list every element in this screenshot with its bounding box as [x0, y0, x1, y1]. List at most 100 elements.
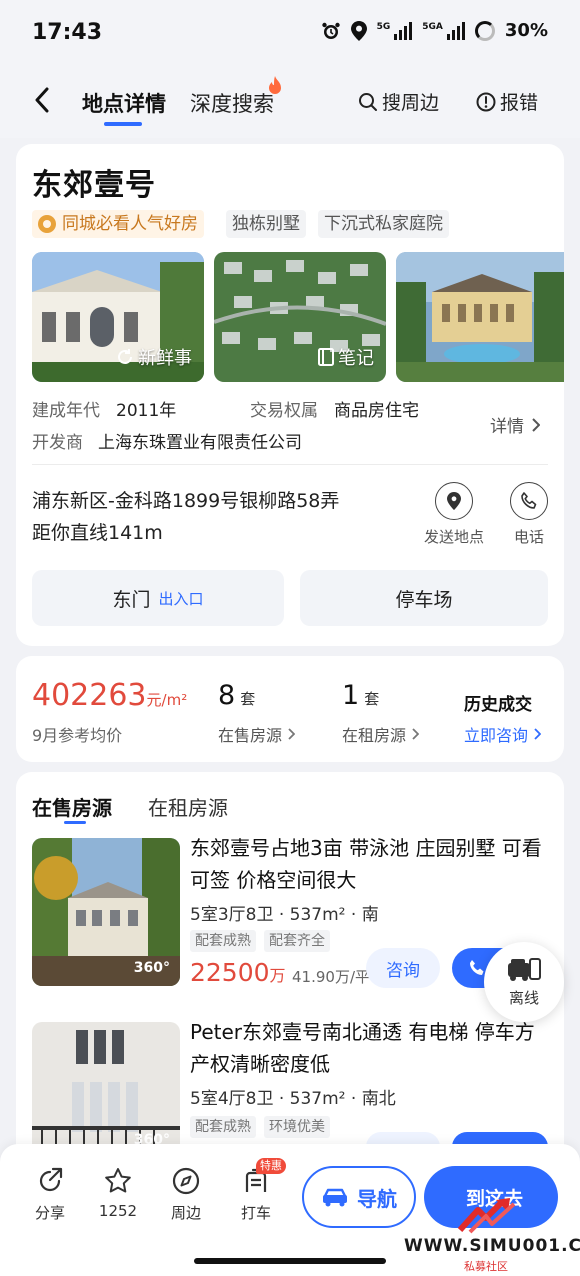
- back-button[interactable]: [24, 82, 60, 118]
- tab-underline: [104, 122, 142, 126]
- tab-deep-search[interactable]: 深度搜索: [190, 88, 274, 118]
- photo-villa-render[interactable]: [396, 252, 564, 382]
- refresh-icon: [118, 349, 132, 364]
- home-indicator[interactable]: [194, 1258, 386, 1264]
- list-tab-underline: [64, 821, 86, 824]
- chevron-right-icon: [532, 417, 540, 432]
- east-gate-button[interactable]: 东门 出入口: [32, 570, 284, 626]
- favorite-count: 1252: [98, 1202, 138, 1220]
- photo-notes-label: 笔记: [318, 344, 374, 370]
- report-error-button[interactable]: 报错: [476, 88, 538, 115]
- note-icon: [318, 348, 334, 366]
- consult-now-link[interactable]: 立即咨询: [464, 722, 542, 746]
- listing-2-image[interactable]: 360°: [32, 1022, 180, 1144]
- search-nearby-button[interactable]: 搜周边: [358, 88, 439, 115]
- taxi-discount-badge: 特惠: [256, 1158, 286, 1174]
- chevron-right-icon: [412, 728, 420, 740]
- alarm-icon: [321, 22, 340, 39]
- tag-hot-label: 同城必看人气好房: [62, 214, 198, 234]
- phone-icon: [510, 482, 548, 520]
- watermark-text: WWW.SIMU001.CN: [404, 1236, 580, 1256]
- villa-render-photo: [396, 252, 564, 382]
- listing-1-image[interactable]: 360°: [32, 838, 180, 986]
- share-button[interactable]: 分享: [20, 1166, 80, 1223]
- detail-link[interactable]: 详情: [490, 412, 540, 437]
- send-location-label: 发送地点: [423, 528, 484, 546]
- phone-button[interactable]: 电话: [506, 482, 552, 547]
- share-label: 分享: [34, 1204, 65, 1222]
- listing-2-photo: [32, 1022, 180, 1144]
- car-icon: [323, 1188, 347, 1207]
- navigate-button[interactable]: 导航: [302, 1166, 416, 1228]
- tag-hot-house[interactable]: 同城必看人气好房: [32, 210, 204, 238]
- watermark-logo: [457, 1198, 516, 1234]
- status-time: 17:43: [32, 20, 103, 45]
- offline-button[interactable]: 离线: [484, 942, 564, 1022]
- back-arrow-icon: [35, 87, 49, 113]
- listing-1-price: 22500万: [190, 958, 286, 987]
- offline-label: 离线: [508, 988, 539, 1007]
- photo-notes[interactable]: 笔记: [214, 252, 386, 382]
- avg-price-caption: 9月参考均价: [32, 726, 123, 745]
- signal-5ga-icon: 5GA: [422, 21, 465, 40]
- consult-button[interactable]: 咨询: [366, 948, 440, 988]
- send-location-button[interactable]: 发送地点: [418, 482, 490, 547]
- hot-badge-icon: [38, 215, 56, 233]
- listing-1-tag-1: 配套成熟: [190, 930, 256, 952]
- parking-button[interactable]: 停车场: [300, 570, 548, 626]
- history-deals-title: 历史成交: [464, 695, 532, 715]
- location-status-icon: [350, 20, 367, 41]
- photo-news-label: 新鲜事: [116, 344, 192, 370]
- phone-icon: [470, 960, 484, 975]
- listing-2-tag-2: 环境优美: [264, 1116, 330, 1138]
- compass-icon: [172, 1167, 200, 1195]
- for-sale-link[interactable]: 在售房源: [218, 722, 296, 746]
- taxi-button[interactable]: 打车: [226, 1166, 286, 1223]
- photo-news[interactable]: 新鲜事: [32, 252, 204, 382]
- search-icon: [359, 92, 377, 111]
- status-icons: 5G 5GA 30%: [321, 20, 548, 41]
- tab-for-sale[interactable]: 在售房源: [32, 792, 112, 821]
- built-year-value: 2011年: [116, 401, 177, 421]
- avg-price-unit: 元/m²: [146, 691, 188, 709]
- battery-percent: 30%: [504, 20, 548, 41]
- location-icon: [435, 482, 473, 520]
- fire-icon: [269, 76, 281, 94]
- battery-icon: [474, 20, 495, 41]
- for-rent-count: 1 套: [342, 680, 380, 711]
- report-error-label: 报错: [500, 92, 539, 114]
- listing-1-tag-2: 配套齐全: [264, 930, 330, 952]
- address-text: 浦东新区-金科路1899号银柳路58弄: [32, 490, 340, 512]
- tab-for-rent[interactable]: 在租房源: [148, 792, 228, 821]
- detail-link-label: 详情: [490, 417, 524, 437]
- listing-2-title[interactable]: Peter东郊壹号南北通透 有电梯 停车方 产权清晰密度低: [190, 1016, 550, 1080]
- listing-1-unit-price: 41.90万/平: [292, 968, 370, 986]
- listing-2-360-badge: 360°: [133, 1132, 170, 1144]
- ownership-value: 商品房住宅: [334, 401, 419, 421]
- listing-1-360-badge: 360°: [133, 960, 170, 976]
- distance-text: 距你直线141m: [32, 522, 163, 544]
- signal-5g-icon: 5G: [377, 21, 413, 40]
- nearby-button[interactable]: 周边: [156, 1166, 216, 1223]
- avg-price: 402263元/m²: [32, 678, 188, 713]
- parking-label: 停车场: [395, 588, 453, 611]
- watermark-subtext: 私募社区: [464, 1260, 508, 1273]
- nearby-label: 周边: [170, 1204, 201, 1222]
- offline-car-icon: [508, 957, 541, 981]
- listing-1-title[interactable]: 东郊壹号占地3亩 带泳池 庄园别墅 可看可签 价格空间很大: [190, 832, 550, 896]
- tab-place-detail[interactable]: 地点详情: [82, 88, 166, 118]
- for-rent-link[interactable]: 在租房源: [342, 722, 420, 746]
- taxi-label: 打车: [240, 1204, 271, 1222]
- tag-villa: 独栋别墅: [226, 210, 306, 238]
- listing-1-price-unit: 万: [269, 966, 286, 985]
- divider: [32, 464, 548, 465]
- gate-sublabel: 出入口: [158, 589, 204, 608]
- favorite-button[interactable]: 1252: [88, 1166, 148, 1220]
- developer-value: 上海东珠置业有限责任公司: [98, 433, 302, 453]
- place-title: 东郊壹号: [32, 168, 156, 203]
- share-icon: [39, 1167, 63, 1192]
- tag-courtyard: 下沉式私家庭院: [318, 210, 449, 238]
- for-sale-count: 8 套: [218, 680, 256, 711]
- listing-2-tag-1: 配套成熟: [190, 1116, 256, 1138]
- gate-label: 东门: [112, 588, 151, 611]
